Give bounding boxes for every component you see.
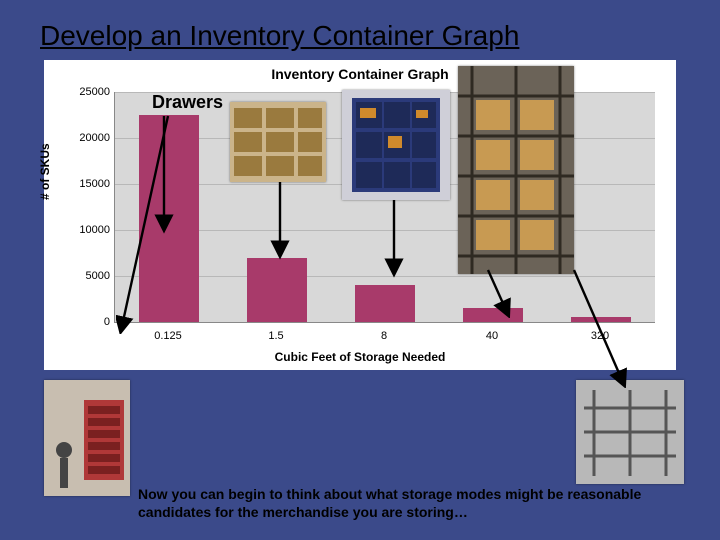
chart-title: Inventory Container Graph [44,66,676,82]
photo-icon [458,66,574,274]
photo-icon [230,102,326,182]
pallet-stack-photo [230,102,326,182]
y-tick: 15000 [74,178,110,190]
drawers-cabinet-photo [44,380,130,496]
shelving-unit-photo [342,90,450,200]
arrow-icon [384,198,404,278]
cantilever-rack-photo [576,380,684,484]
arrow-icon [482,268,512,318]
arrow-icon [270,180,290,260]
bar-2 [355,285,415,322]
x-tick: 1.5 [268,330,283,342]
y-tick: 0 [74,316,110,328]
photo-icon [44,380,130,496]
y-tick: 5000 [74,270,110,282]
slide-caption: Now you can begin to think about what st… [138,486,682,521]
arrow-icon [116,114,176,334]
bar-1 [247,258,307,322]
y-axis-label: # of SKUs [38,143,52,200]
high-bay-rack-photo [458,66,574,274]
x-tick: 40 [486,330,498,342]
y-tick: 20000 [74,132,110,144]
arrow-icon [570,268,630,388]
x-tick: 8 [381,330,387,342]
photo-icon [342,90,450,200]
slide-title: Develop an Inventory Container Graph [40,20,519,52]
slide: Develop an Inventory Container Graph Inv… [0,0,720,540]
y-tick: 10000 [74,224,110,236]
drawers-annotation: Drawers [152,92,223,113]
y-tick: 25000 [74,86,110,98]
photo-icon [576,380,684,484]
